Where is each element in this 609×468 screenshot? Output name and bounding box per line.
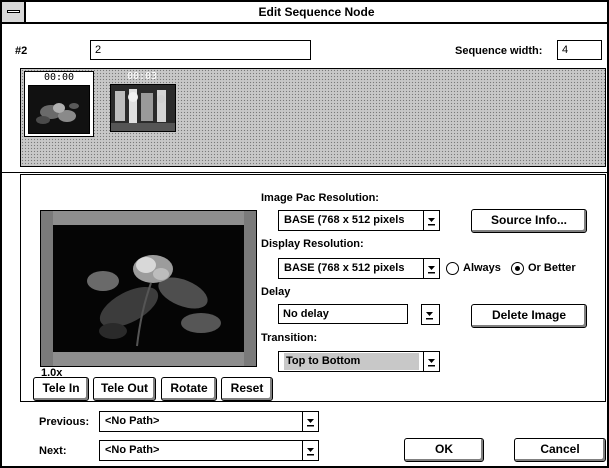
next-label: Next:	[39, 445, 67, 457]
window-title: Edit Sequence Node	[258, 5, 375, 19]
ok-button[interactable]: OK	[404, 438, 484, 462]
thumbnail-timestamp: 00:00	[43, 72, 75, 83]
dropdown-arrow-icon[interactable]	[302, 441, 318, 460]
sequence-thumbnail[interactable]: 00:00	[24, 71, 94, 137]
image-settings-panel: Image Pac Resolution: BASE (768 x 512 pi…	[20, 174, 606, 402]
thumbnail-image	[28, 85, 90, 134]
display-resolution-value: BASE (768 x 512 pixels	[284, 262, 405, 274]
node-number-label: #2	[15, 45, 28, 57]
separator	[2, 172, 607, 173]
dropdown-arrow-icon[interactable]	[423, 259, 439, 278]
delay-spinner[interactable]	[421, 304, 440, 325]
system-menu-icon[interactable]	[2, 2, 26, 22]
delete-image-button[interactable]: Delete Image	[471, 304, 587, 328]
edit-sequence-node-dialog: Edit Sequence Node #2 2 Sequence width: …	[0, 0, 609, 468]
delay-label: Delay	[261, 286, 291, 298]
node-name-field[interactable]: 2	[90, 40, 311, 60]
tele-out-button[interactable]: Tele Out	[93, 377, 156, 401]
tele-in-button[interactable]: Tele In	[33, 377, 89, 401]
transition-value: Top to Bottom	[284, 353, 419, 370]
always-radio[interactable]	[446, 262, 459, 275]
next-dropdown[interactable]: <No Path>	[99, 440, 319, 461]
or-better-radio[interactable]	[511, 262, 524, 275]
display-resolution-label: Display Resolution:	[261, 238, 364, 250]
previous-value: <No Path>	[105, 415, 160, 427]
dropdown-arrow-icon[interactable]	[302, 412, 318, 431]
cancel-button[interactable]: Cancel	[514, 438, 606, 462]
rotate-button[interactable]: Rotate	[161, 377, 217, 401]
sequence-thumbnail[interactable]: 00:03	[107, 71, 177, 137]
dropdown-arrow-icon[interactable]	[422, 305, 439, 324]
sequence-width-label: Sequence width:	[455, 45, 543, 57]
dropdown-arrow-icon[interactable]	[423, 352, 439, 371]
sequence-width-field[interactable]: 4	[557, 40, 602, 60]
image-pac-resolution-value: BASE (768 x 512 pixels	[284, 214, 405, 226]
delay-field[interactable]: No delay	[278, 304, 408, 324]
display-resolution-dropdown[interactable]: BASE (768 x 512 pixels	[278, 258, 440, 279]
next-value: <No Path>	[105, 444, 160, 456]
previous-label: Previous:	[39, 416, 90, 428]
or-better-label: Or Better	[528, 262, 576, 274]
transition-label: Transition:	[261, 332, 318, 344]
transition-dropdown[interactable]: Top to Bottom	[278, 351, 440, 372]
thumbnail-timestamp: 00:03	[126, 71, 158, 82]
dropdown-arrow-icon[interactable]	[423, 211, 439, 230]
always-label: Always	[463, 262, 501, 274]
image-preview	[40, 210, 257, 367]
image-pac-resolution-dropdown[interactable]: BASE (768 x 512 pixels	[278, 210, 440, 231]
reset-button[interactable]: Reset	[221, 377, 273, 401]
image-pac-resolution-label: Image Pac Resolution:	[261, 192, 379, 204]
title-bar: Edit Sequence Node	[2, 2, 607, 24]
image-sequence-strip[interactable]: 00:00 00:03	[20, 68, 606, 167]
source-info-button[interactable]: Source Info...	[471, 209, 587, 233]
thumbnail-image	[110, 84, 176, 132]
previous-dropdown[interactable]: <No Path>	[99, 411, 319, 432]
